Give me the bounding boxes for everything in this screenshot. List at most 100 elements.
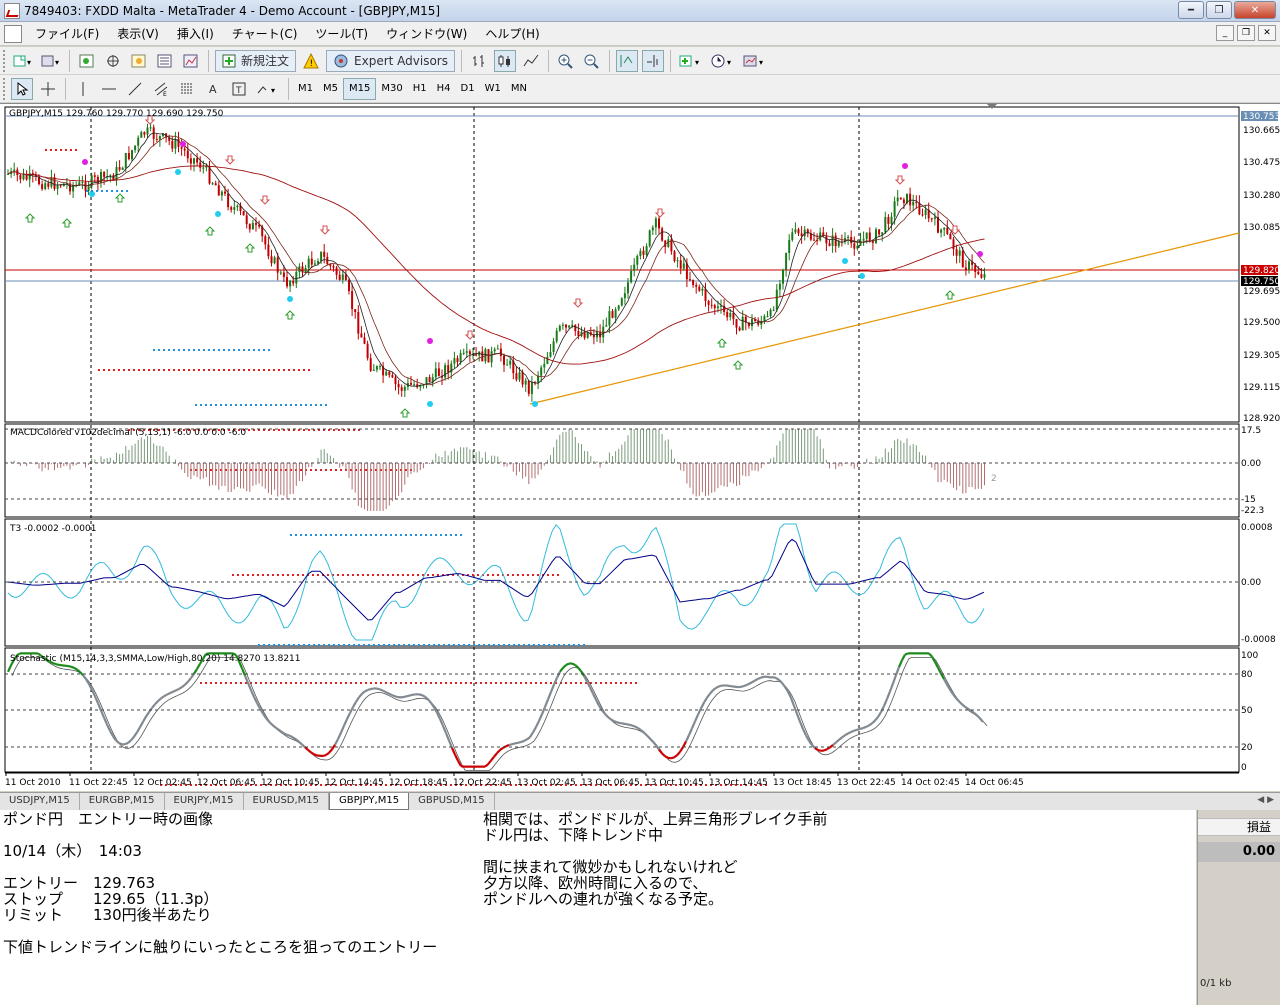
stoch-main-segment — [157, 697, 162, 702]
stoch-main-segment — [322, 754, 327, 758]
stop-dot — [390, 682, 392, 684]
market-watch-icon[interactable] — [76, 50, 98, 72]
stop-dot — [55, 149, 57, 151]
mdi-minimize-button[interactable]: _ — [1216, 25, 1234, 41]
stop-dot — [45, 149, 47, 151]
timeframe-m15[interactable]: M15 — [343, 77, 377, 100]
candle-body — [292, 280, 295, 284]
auto-scroll-icon[interactable] — [615, 49, 638, 72]
menu-file[interactable]: ファイル(F) — [26, 25, 108, 42]
stop-dot — [310, 404, 312, 406]
menu-view[interactable]: 表示(V) — [108, 25, 168, 42]
horizontal-line-icon[interactable] — [98, 78, 120, 100]
candle-body — [56, 185, 59, 189]
navigator-icon[interactable] — [128, 50, 150, 72]
candlestick-icon[interactable] — [493, 49, 516, 72]
bar-chart-icon[interactable] — [468, 50, 490, 72]
stoch-main-segment — [337, 732, 342, 740]
candle-body — [385, 371, 388, 376]
tab-scroll-arrows[interactable]: ◀ ▶ — [1257, 795, 1274, 805]
close-button[interactable]: ✕ — [1234, 1, 1276, 19]
expert-advisors-button[interactable]: Expert Advisors — [326, 49, 455, 72]
tab-gbpusd[interactable]: GBPUSD,M15 — [409, 793, 495, 810]
menu-help[interactable]: ヘルプ(H) — [476, 25, 548, 42]
candle-body — [341, 274, 344, 280]
data-window-icon[interactable] — [102, 50, 124, 72]
toolbar-grip-2[interactable] — [3, 77, 6, 100]
stop-dot — [425, 534, 427, 536]
candle-body — [437, 368, 440, 376]
timeframe-mn[interactable]: MN — [506, 78, 532, 100]
menu-tools[interactable]: ツール(T) — [306, 25, 377, 42]
stop-dot — [75, 149, 77, 151]
profiles-icon[interactable]: ▾ — [39, 50, 63, 72]
toolbar-grip[interactable] — [3, 49, 6, 72]
timeframe-w1[interactable]: W1 — [480, 78, 506, 100]
cursor-icon[interactable] — [11, 77, 33, 100]
candle-body — [896, 197, 899, 202]
timeframe-m30[interactable]: M30 — [376, 78, 407, 100]
tab-eurusd[interactable]: EURUSD,M15 — [244, 793, 330, 810]
app-icon — [4, 2, 20, 19]
zoom-in-icon[interactable] — [555, 50, 577, 72]
new-chart-icon[interactable]: ▾ — [11, 50, 35, 72]
new-order-button[interactable]: 新規注文 — [215, 49, 297, 72]
timeframe-h4[interactable]: H4 — [432, 78, 456, 100]
t3-axis: 0.0008 0.00 -0.0008 — [1241, 523, 1276, 645]
tab-gbpjpy[interactable]: GBPJPY,M15 — [329, 793, 410, 810]
stop-dot — [380, 682, 382, 684]
chart-shift-icon[interactable] — [641, 49, 664, 72]
stop-dot — [300, 469, 302, 471]
candle-body — [856, 245, 859, 249]
periods-icon[interactable]: ▾ — [709, 50, 737, 72]
candle-body — [81, 181, 84, 183]
chart-window[interactable]: GBPJPY,M15 129.760 129.770 129.690 129.7… — [0, 103, 1280, 791]
menu-chart[interactable]: チャート(C) — [223, 25, 307, 42]
candle-body — [964, 267, 967, 270]
mdi-close-button[interactable]: ✕ — [1258, 25, 1276, 41]
templates-icon[interactable]: ▾ — [741, 50, 769, 72]
timeframe-m1[interactable]: M1 — [293, 78, 318, 100]
tab-eurjpy[interactable]: EURJPY,M15 — [165, 793, 244, 810]
candle-body — [323, 251, 326, 257]
stoch-main-segment — [421, 694, 426, 698]
note-line — [3, 827, 437, 843]
menu-window[interactable]: ウィンドウ(W) — [377, 25, 476, 42]
mdi-restore-button[interactable]: ❐ — [1237, 25, 1255, 41]
stop-dot — [355, 682, 357, 684]
strategy-tester-icon[interactable] — [180, 50, 202, 72]
stop-dot — [575, 682, 577, 684]
vertical-line-icon[interactable] — [72, 78, 94, 100]
terminal-icon[interactable] — [154, 50, 176, 72]
metaeditor-icon[interactable]: ! — [300, 50, 322, 72]
arrows-icon[interactable]: ▾ — [254, 78, 282, 100]
stop-dot — [578, 644, 580, 646]
price-chart[interactable]: GBPJPY,M15 129.760 129.770 129.690 129.7… — [0, 104, 1280, 792]
zoom-out-icon[interactable] — [581, 50, 603, 72]
stop-dot — [530, 682, 532, 684]
timeframe-h1[interactable]: H1 — [408, 78, 432, 100]
stop-dot — [253, 369, 255, 371]
fibonacci-icon[interactable] — [176, 78, 198, 100]
stop-dot — [148, 369, 150, 371]
candle-body — [834, 235, 837, 247]
menu-insert[interactable]: 挿入(I) — [168, 25, 223, 42]
timeframe-d1[interactable]: D1 — [456, 78, 480, 100]
line-chart-icon[interactable] — [520, 50, 542, 72]
text-icon[interactable]: A — [202, 78, 224, 100]
stoch-main-segment — [958, 700, 963, 706]
trendline-icon[interactable] — [124, 78, 146, 100]
crosshair-icon[interactable] — [37, 78, 59, 100]
document-icon[interactable] — [4, 24, 22, 43]
stoch-main-segment — [778, 679, 783, 684]
tab-eurgbp[interactable]: EURGBP,M15 — [80, 793, 165, 810]
minimize-button[interactable]: ━ — [1178, 1, 1204, 19]
text-label-icon[interactable]: T — [228, 78, 250, 100]
maximize-button[interactable]: ❐ — [1206, 1, 1232, 19]
channel-icon[interactable]: E — [150, 78, 172, 100]
svg-text:▾: ▾ — [695, 58, 699, 67]
tab-usdjpy[interactable]: USDJPY,M15 — [0, 793, 80, 810]
timeframe-m5[interactable]: M5 — [318, 78, 343, 100]
indicators-icon[interactable]: ▾ — [677, 50, 705, 72]
stoch-main-segment — [532, 726, 537, 733]
